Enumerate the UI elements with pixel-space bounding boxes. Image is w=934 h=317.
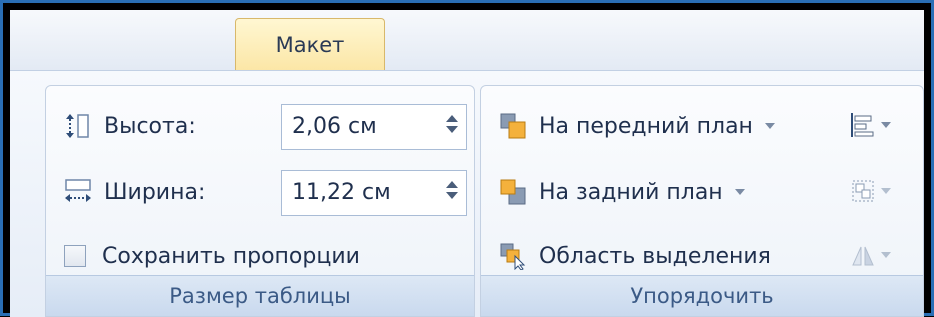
align-icon	[851, 113, 874, 137]
chevron-down-icon[interactable]	[734, 189, 745, 195]
selection-pane-icon	[500, 243, 526, 270]
send-backward-icon	[500, 179, 526, 205]
group-label-arrange: Упорядочить	[481, 275, 923, 316]
bring-forward-button[interactable]: На передний план	[499, 100, 775, 152]
bring-forward-icon	[500, 113, 526, 139]
selection-pane-label[interactable]: Область выделения	[539, 244, 771, 269]
group-table-size: Высота: 2,06 см Ширина: 11,22 см Сохрани…	[45, 85, 475, 317]
height-spinner[interactable]: 2,06 см	[281, 104, 467, 150]
send-backward-label[interactable]: На задний план	[539, 180, 723, 205]
chevron-down-icon[interactable]	[881, 252, 891, 258]
width-row: Ширина:	[64, 166, 205, 218]
chevron-down-icon[interactable]	[764, 123, 775, 129]
ribbon: Макет Высота: 2,06 см Ширина: 11,22 см С…	[10, 10, 924, 317]
rotate-icon	[852, 246, 874, 266]
align-button[interactable]	[849, 110, 891, 140]
tab-strip: Макет	[10, 10, 924, 74]
height-row: Высота:	[64, 100, 196, 152]
height-decrement[interactable]	[446, 126, 458, 133]
chevron-down-icon[interactable]	[881, 122, 891, 128]
keep-ratio-label[interactable]: Сохранить пропорции	[102, 244, 360, 269]
group-label-table-size: Размер таблицы	[46, 275, 474, 316]
width-spin-arrows[interactable]	[444, 177, 460, 209]
width-spinner[interactable]: 11,22 см	[281, 170, 467, 216]
height-increment[interactable]	[446, 115, 458, 122]
bring-forward-label[interactable]: На передний план	[539, 114, 753, 139]
height-icon	[66, 114, 89, 138]
height-value[interactable]: 2,06 см	[292, 105, 377, 149]
width-decrement[interactable]	[446, 192, 458, 199]
send-backward-button[interactable]: На задний план	[499, 166, 745, 218]
tab-layout[interactable]: Макет	[235, 18, 385, 74]
width-label: Ширина:	[104, 179, 206, 205]
group-button[interactable]	[849, 176, 891, 206]
width-increment[interactable]	[446, 181, 458, 188]
ribbon-body: Высота: 2,06 см Ширина: 11,22 см Сохрани…	[10, 70, 924, 317]
width-value[interactable]: 11,22 см	[292, 171, 391, 215]
height-spin-arrows[interactable]	[444, 111, 460, 143]
rotate-button[interactable]	[849, 240, 891, 270]
group-arrange: На передний план На задний план Область …	[480, 85, 924, 317]
height-label: Высота:	[104, 113, 196, 139]
keep-ratio-checkbox[interactable]	[64, 245, 86, 267]
width-icon	[65, 179, 91, 202]
group-icon	[852, 180, 874, 202]
chevron-down-icon[interactable]	[881, 188, 891, 194]
